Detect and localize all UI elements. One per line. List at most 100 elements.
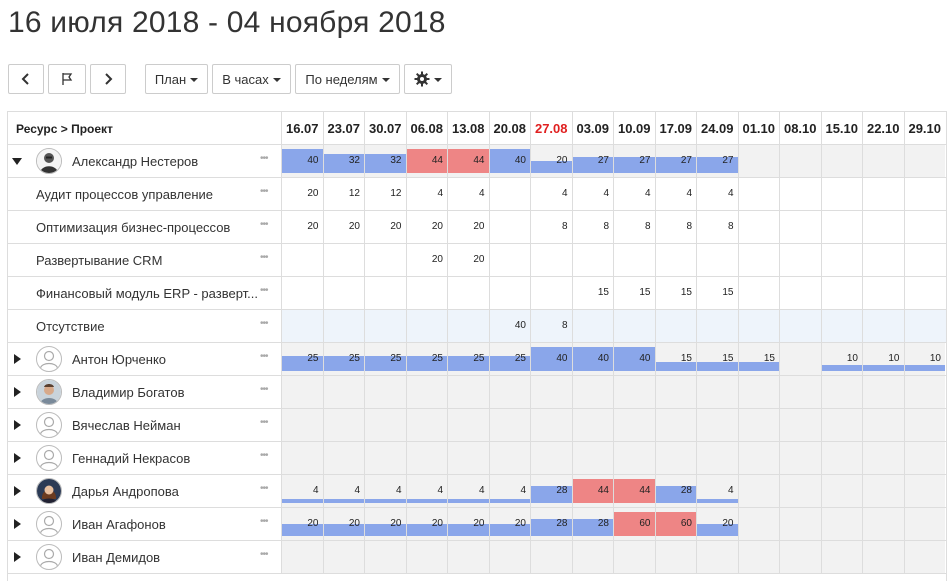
week-cell[interactable]	[779, 310, 821, 342]
week-cell[interactable]	[364, 244, 406, 276]
week-cell[interactable]	[903, 475, 945, 507]
week-cell[interactable]: 25	[488, 343, 530, 375]
more-options-icon[interactable]: •••	[260, 219, 268, 230]
week-cell[interactable]	[571, 442, 613, 474]
week-cell[interactable]	[737, 211, 780, 243]
project-row[interactable]: Развертывание CRM ••• 20 20	[8, 244, 946, 277]
week-cell[interactable]	[903, 178, 946, 210]
week-cell[interactable]: 20	[447, 244, 489, 276]
week-cell[interactable]	[488, 277, 531, 309]
expand-arrow-icon[interactable]	[14, 387, 21, 397]
more-options-icon[interactable]: •••	[260, 351, 268, 362]
week-cell[interactable]: 44	[613, 475, 655, 507]
more-options-icon[interactable]: •••	[260, 318, 268, 329]
week-cell[interactable]: 28	[654, 475, 696, 507]
week-cell[interactable]	[405, 310, 448, 342]
week-cell[interactable]	[862, 145, 904, 177]
week-cell[interactable]	[530, 277, 572, 309]
week-cell[interactable]: 15	[654, 277, 697, 309]
week-cell[interactable]: 8	[530, 211, 572, 243]
week-cell[interactable]	[696, 442, 738, 474]
project-row[interactable]: Аудит процессов управление ••• 20 12 12 4 4 4 4 4…	[8, 178, 946, 211]
week-cell[interactable]	[820, 442, 862, 474]
resource-name[interactable]: Владимир Богатов	[72, 385, 184, 400]
week-cell[interactable]	[820, 376, 862, 408]
week-cell[interactable]: 20	[405, 244, 448, 276]
project-name[interactable]: Оптимизация бизнес-процессов	[36, 220, 266, 235]
week-cell[interactable]	[779, 277, 821, 309]
resource-name[interactable]: Дарья Андропова	[72, 484, 179, 499]
week-cell[interactable]	[779, 376, 821, 408]
week-cell[interactable]	[862, 409, 904, 441]
expand-arrow-icon[interactable]	[14, 354, 21, 364]
week-cell[interactable]	[654, 244, 697, 276]
week-cell[interactable]	[779, 442, 821, 474]
week-cell[interactable]	[779, 244, 821, 276]
more-options-icon[interactable]: •••	[260, 153, 268, 164]
week-cell[interactable]	[820, 244, 863, 276]
week-cell[interactable]: 40	[571, 343, 613, 375]
more-options-icon[interactable]: •••	[260, 516, 268, 527]
week-cell[interactable]: 15	[613, 277, 655, 309]
project-name[interactable]: Развертывание CRM	[36, 253, 266, 268]
week-cell[interactable]	[737, 376, 779, 408]
project-row[interactable]: Оптимизация бизнес-процессов ••• 20 20 20 20 2…	[8, 211, 946, 244]
week-cell[interactable]: 4	[405, 475, 447, 507]
week-cell[interactable]	[281, 541, 323, 573]
units-dropdown[interactable]: В часах	[212, 64, 291, 94]
next-period-button[interactable]	[90, 64, 126, 94]
week-cell[interactable]: 4	[696, 178, 738, 210]
week-cell[interactable]	[737, 145, 779, 177]
week-cell[interactable]: 4	[447, 178, 489, 210]
week-cell[interactable]	[820, 178, 863, 210]
week-cell[interactable]	[447, 541, 489, 573]
week-cell[interactable]	[364, 310, 406, 342]
week-cell[interactable]: 20	[322, 508, 364, 540]
week-cell[interactable]	[447, 310, 489, 342]
week-cell[interactable]: 4	[322, 475, 364, 507]
week-cell[interactable]	[903, 310, 946, 342]
week-cell[interactable]: 40	[488, 310, 531, 342]
week-cell[interactable]	[654, 541, 696, 573]
resource-name[interactable]: Антон Юрченко	[72, 352, 166, 367]
more-options-icon[interactable]: •••	[260, 285, 268, 296]
week-cell[interactable]: 8	[571, 211, 614, 243]
absence-row[interactable]: Отсутствие ••• 40 8	[8, 310, 946, 343]
week-cell[interactable]: 27	[654, 145, 696, 177]
week-cell[interactable]	[322, 244, 365, 276]
week-cell[interactable]	[862, 376, 904, 408]
resource-row[interactable]: Иван Демидов •••	[8, 541, 946, 574]
week-cell[interactable]: 20	[405, 508, 447, 540]
week-cell[interactable]	[613, 244, 655, 276]
week-cell[interactable]: 40	[281, 145, 323, 177]
week-cell[interactable]: 10	[820, 343, 862, 375]
week-cell[interactable]: 40	[488, 145, 530, 177]
resource-name[interactable]: Вячеслав Нейман	[72, 418, 181, 433]
week-cell[interactable]	[405, 376, 447, 408]
week-cell[interactable]: 44	[571, 475, 613, 507]
week-cell[interactable]	[737, 475, 779, 507]
week-cell[interactable]	[405, 442, 447, 474]
week-cell[interactable]	[613, 376, 655, 408]
week-cell[interactable]	[613, 541, 655, 573]
week-cell[interactable]: 12	[364, 178, 406, 210]
resource-row[interactable]: Владимир Богатов •••	[8, 376, 946, 409]
week-cell[interactable]	[281, 244, 323, 276]
week-cell[interactable]: 40	[530, 343, 572, 375]
today-button[interactable]	[48, 64, 86, 94]
week-cell[interactable]: 20	[281, 211, 323, 243]
expand-arrow-icon[interactable]	[14, 453, 21, 463]
week-cell[interactable]	[322, 442, 364, 474]
week-cell[interactable]	[364, 376, 406, 408]
week-cell[interactable]: 32	[364, 145, 406, 177]
week-cell[interactable]	[364, 541, 406, 573]
week-cell[interactable]	[281, 310, 323, 342]
week-cell[interactable]: 15	[571, 277, 614, 309]
week-cell[interactable]: 15	[737, 343, 779, 375]
week-cell[interactable]: 4	[613, 178, 655, 210]
week-cell[interactable]: 25	[447, 343, 489, 375]
week-cell[interactable]	[488, 376, 530, 408]
week-cell[interactable]: 15	[654, 343, 696, 375]
week-cell[interactable]: 25	[281, 343, 323, 375]
week-cell[interactable]	[862, 277, 904, 309]
